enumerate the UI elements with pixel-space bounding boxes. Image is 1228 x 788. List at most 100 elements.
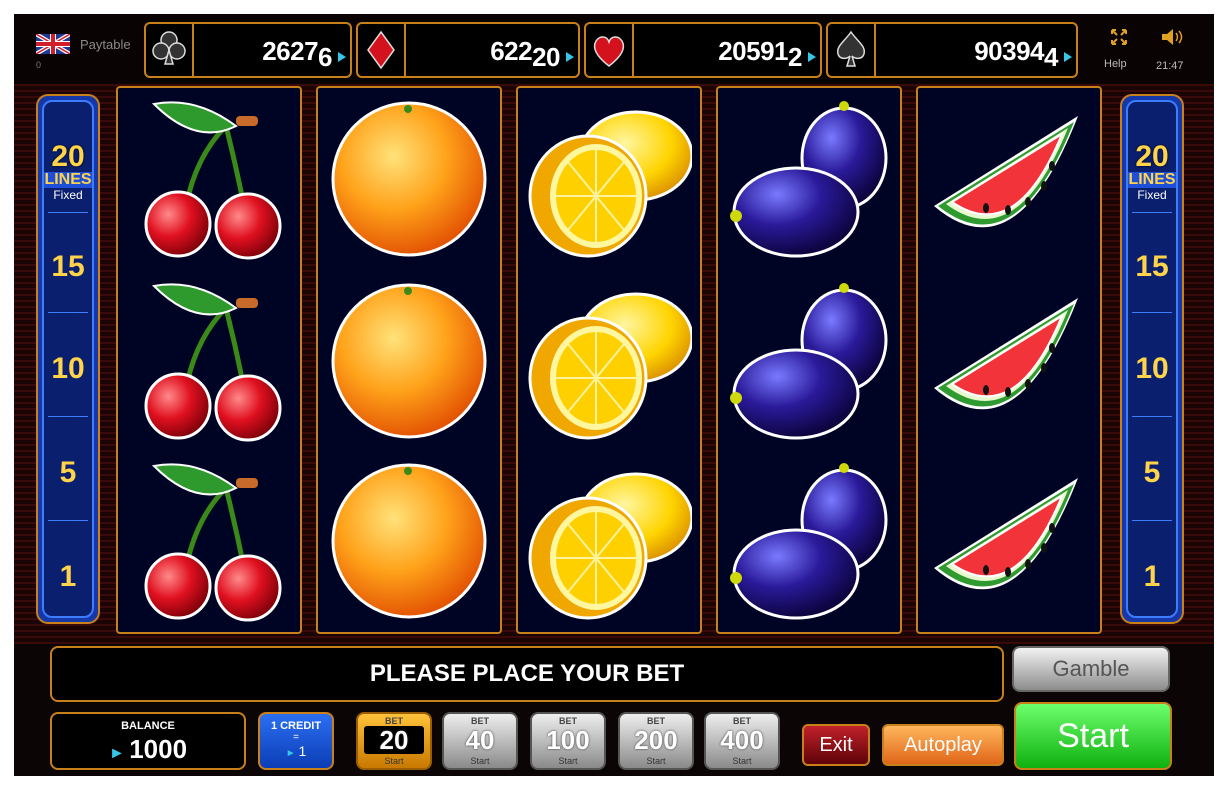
credit-value-button[interactable]: 1 CREDIT = ► 1 <box>258 712 334 770</box>
reel-4 <box>716 86 902 634</box>
balance-label: BALANCE <box>121 720 175 732</box>
line-marker-1: 1 <box>59 560 77 593</box>
help-button[interactable]: Help <box>1104 58 1127 70</box>
credit-label: 1 CREDIT <box>270 720 322 732</box>
reel-5 <box>916 86 1102 634</box>
jackpot-hearts: 205912 <box>584 22 822 78</box>
cherry-icon <box>126 278 292 444</box>
reel-2 <box>316 86 502 634</box>
counter-text: 0 <box>36 60 42 70</box>
lines-count: 20 <box>51 140 85 173</box>
bet-start-label: Start <box>732 756 752 766</box>
flag-uk-icon[interactable] <box>36 34 70 54</box>
cherry-icon <box>126 458 292 624</box>
bet-40-button[interactable]: BET 40 Start <box>442 712 518 770</box>
lines-panel-left: 20 LINES Fixed 15 10 5 1 <box>36 94 100 624</box>
bet-start-label: Start <box>558 756 578 766</box>
clubs-icon <box>152 24 194 76</box>
arrow-icon <box>566 52 574 62</box>
jackpot-clubs: 26276 <box>144 22 352 78</box>
divider <box>48 520 88 521</box>
clock-text: 21:47 <box>1156 60 1184 72</box>
plum-icon <box>728 461 888 620</box>
bet-value: 20 <box>364 726 424 754</box>
bet-20-button[interactable]: BET 20 Start <box>356 712 432 770</box>
reel-1 <box>116 86 302 634</box>
gamble-button[interactable]: Gamble <box>1012 646 1170 692</box>
line-marker-5: 5 <box>1143 456 1161 489</box>
orange-icon <box>331 101 487 257</box>
lines-label: LINES <box>44 171 92 188</box>
bet-start-label: Start <box>384 756 404 766</box>
arrow-icon <box>808 52 816 62</box>
divider <box>1132 312 1172 313</box>
balance-value: 1000 <box>129 734 188 764</box>
line-marker-1: 1 <box>1143 560 1161 593</box>
lemon-icon <box>528 292 692 440</box>
jackpot-amount: 20591 <box>718 36 789 66</box>
diamonds-icon <box>367 24 406 76</box>
orange-icon <box>331 283 487 439</box>
line-marker-10: 10 <box>1135 352 1169 385</box>
fullscreen-icon[interactable] <box>1110 28 1128 46</box>
jackpot-amount: 622 <box>490 36 533 66</box>
watermelon-icon <box>933 115 1079 229</box>
bet-value: 200 <box>634 725 678 755</box>
watermelon-icon <box>933 477 1079 591</box>
lines-count: 20 <box>1135 140 1169 173</box>
arrow-icon <box>338 52 346 62</box>
hearts-icon <box>593 24 634 76</box>
lines-panel-right: 20 LINES Fixed 15 10 5 1 <box>1120 94 1184 624</box>
divider <box>48 312 88 313</box>
bet-200-button[interactable]: BET 200 Start <box>618 712 694 770</box>
jackpot-amount: 90394 <box>974 36 1045 66</box>
bet-value: 400 <box>720 725 764 755</box>
top-bar: Paytable 0 26276 62220 205912 903944 Hel… <box>14 14 1214 84</box>
lemon-icon <box>528 110 692 258</box>
message-text: PLEASE PLACE YOUR BET <box>369 660 685 687</box>
bet-100-button[interactable]: BET 100 Start <box>530 712 606 770</box>
credit-value: 1 <box>298 743 307 759</box>
jackpot-sub: 4 <box>1044 42 1058 72</box>
plum-icon <box>728 99 888 258</box>
bet-value: 100 <box>546 725 590 755</box>
lemon-icon <box>528 472 692 620</box>
fixed-label: Fixed <box>1137 188 1167 202</box>
plum-icon <box>728 281 888 440</box>
line-marker-15: 15 <box>51 250 85 283</box>
divider <box>48 212 88 213</box>
lines-label: LINES <box>1128 171 1176 188</box>
divider <box>1132 212 1172 213</box>
jackpot-sub: 6 <box>318 42 332 72</box>
line-marker-5: 5 <box>59 456 77 489</box>
sound-icon[interactable] <box>1160 28 1186 46</box>
jackpot-amount: 2627 <box>262 36 319 66</box>
jackpot-sub: 20 <box>532 42 560 72</box>
slot-game: Paytable 0 26276 62220 205912 903944 Hel… <box>14 14 1214 776</box>
autoplay-button[interactable]: Autoplay <box>882 724 1004 766</box>
arrow-icon: ► <box>285 748 299 759</box>
bet-value: 40 <box>465 725 495 755</box>
line-marker-10: 10 <box>51 352 85 385</box>
bet-400-button[interactable]: BET 400 Start <box>704 712 780 770</box>
start-button[interactable]: Start <box>1014 702 1172 770</box>
spades-icon <box>836 24 876 76</box>
divider <box>1132 520 1172 521</box>
bet-start-label: Start <box>470 756 490 766</box>
message-bar: PLEASE PLACE YOUR BET <box>50 646 1004 702</box>
line-marker-15: 15 <box>1135 250 1169 283</box>
orange-icon <box>331 463 487 619</box>
divider <box>1132 416 1172 417</box>
exit-button[interactable]: Exit <box>802 724 870 766</box>
balance-box: BALANCE ► 1000 <box>50 712 246 770</box>
watermelon-icon <box>933 297 1079 411</box>
paytable-button[interactable]: Paytable <box>80 37 131 52</box>
jackpot-sub: 2 <box>788 42 802 72</box>
divider <box>48 416 88 417</box>
reel-3 <box>516 86 702 634</box>
jackpot-spades: 903944 <box>826 22 1078 78</box>
credit-eq: = <box>293 732 299 743</box>
jackpot-diamonds: 62220 <box>356 22 580 78</box>
arrow-icon: ► <box>108 745 130 762</box>
bet-start-label: Start <box>646 756 666 766</box>
